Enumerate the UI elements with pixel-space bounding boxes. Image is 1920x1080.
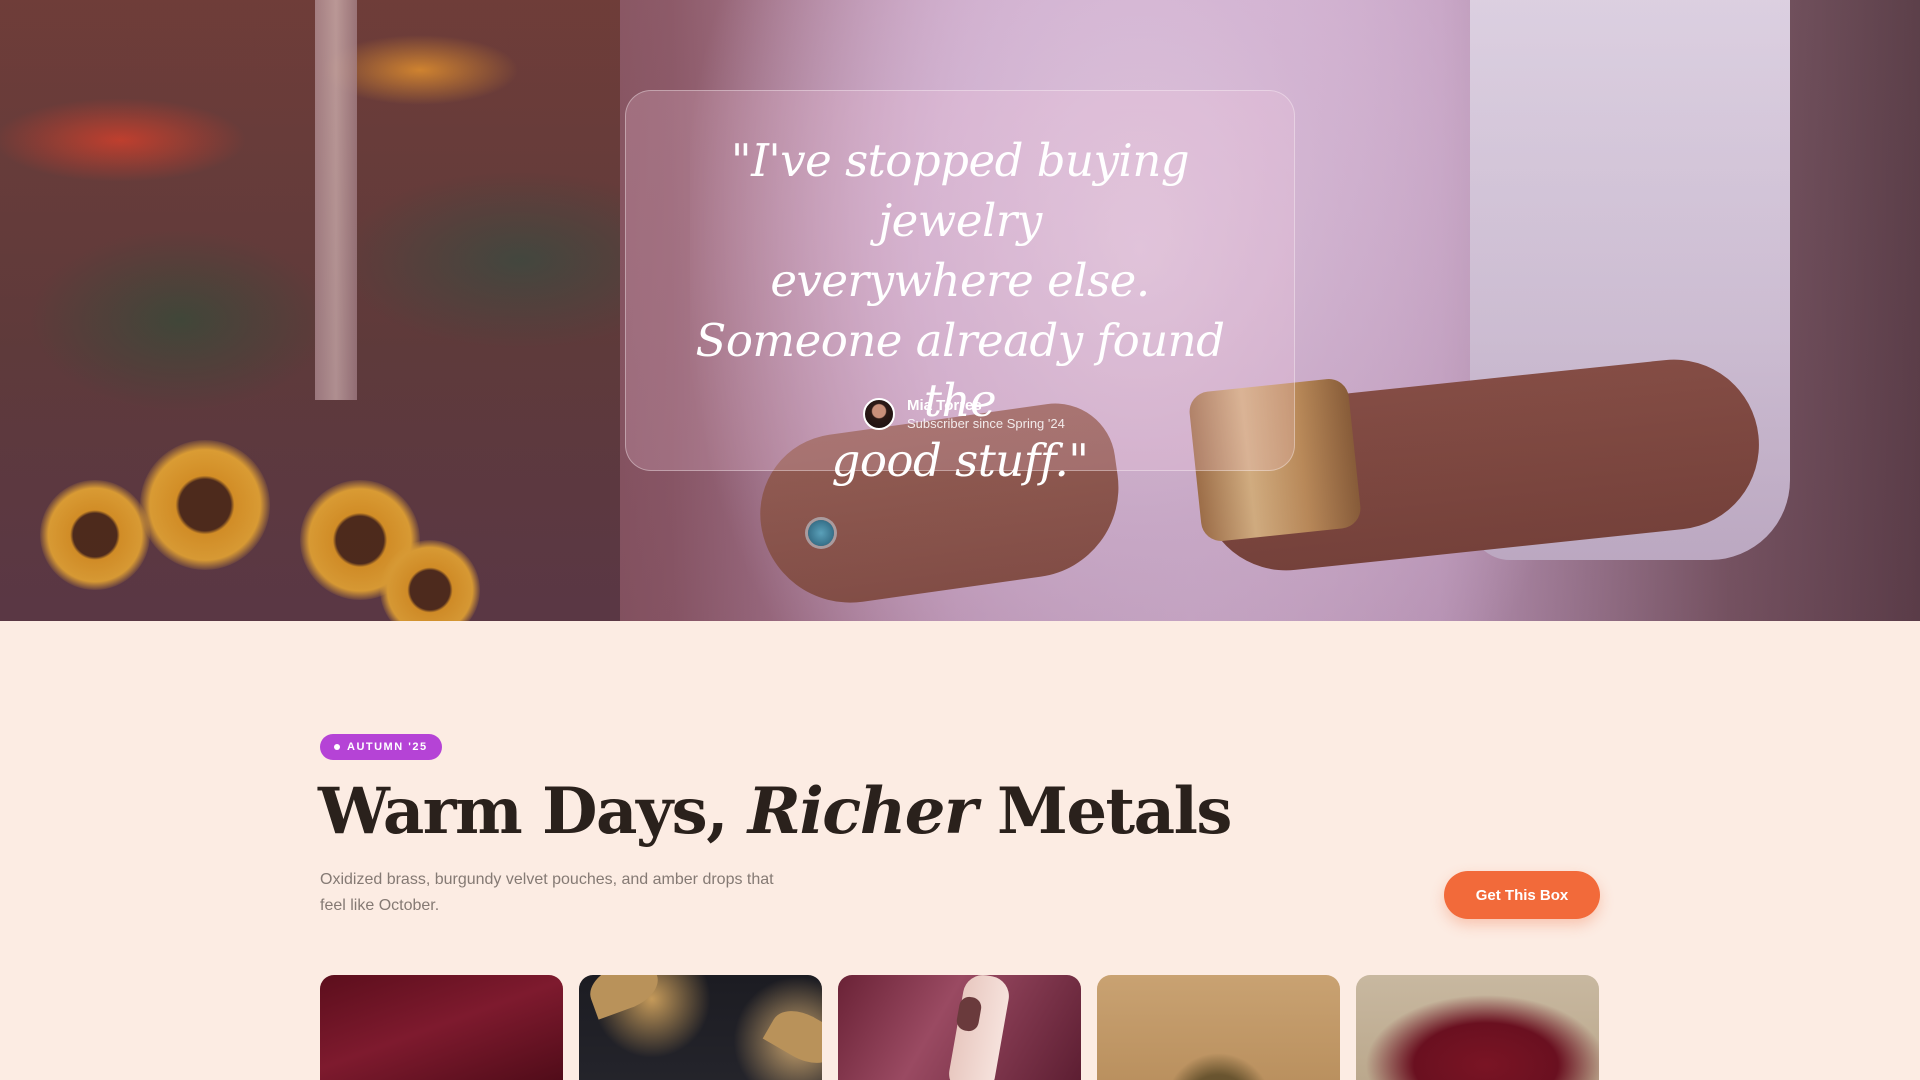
headline-emphasis: Richer — [747, 774, 978, 849]
headline-start: Warm Days, — [318, 774, 748, 849]
leaf-image — [762, 1000, 822, 1074]
season-badge: AUTUMN '25 — [320, 734, 442, 760]
avatar — [863, 398, 895, 430]
product-card-velvet[interactable] — [320, 975, 563, 1080]
leaf-image — [583, 975, 665, 1020]
product-card-pouch[interactable] — [1356, 975, 1599, 1080]
testimonial-quote: "I've stopped buying jewelry everywhere … — [695, 134, 1225, 487]
dot-icon — [334, 744, 340, 750]
testimonial-author: Mia Torres Subscriber since Spring '24 — [863, 397, 1065, 431]
get-this-box-button[interactable]: Get This Box — [1444, 871, 1600, 919]
product-card-hand[interactable] — [838, 975, 1081, 1080]
product-image-row — [320, 975, 1600, 1080]
author-subscription: Subscriber since Spring '24 — [907, 416, 1065, 431]
testimonial-hero: "I've stopped buying jewelry everywhere … — [0, 0, 1920, 621]
product-card-earring[interactable] — [579, 975, 822, 1080]
testimonial-card: "I've stopped buying jewelry everywhere … — [625, 90, 1295, 487]
product-card-chain[interactable] — [1097, 975, 1340, 1080]
collection-description: Oxidized brass, burgundy velvet pouches,… — [320, 871, 774, 914]
headline-end: Metals — [976, 774, 1232, 849]
finger-image — [945, 975, 1013, 1080]
collection-section: AUTUMN '25 Warm Days, Richer Metals Oxid… — [0, 621, 1920, 1080]
author-name: Mia Torres — [907, 397, 982, 414]
author-info: Mia Torres Subscriber since Spring '24 — [907, 397, 1065, 431]
season-badge-label: AUTUMN '25 — [347, 741, 428, 753]
collection-headline: Warm Days, Richer Metals — [318, 769, 1232, 855]
